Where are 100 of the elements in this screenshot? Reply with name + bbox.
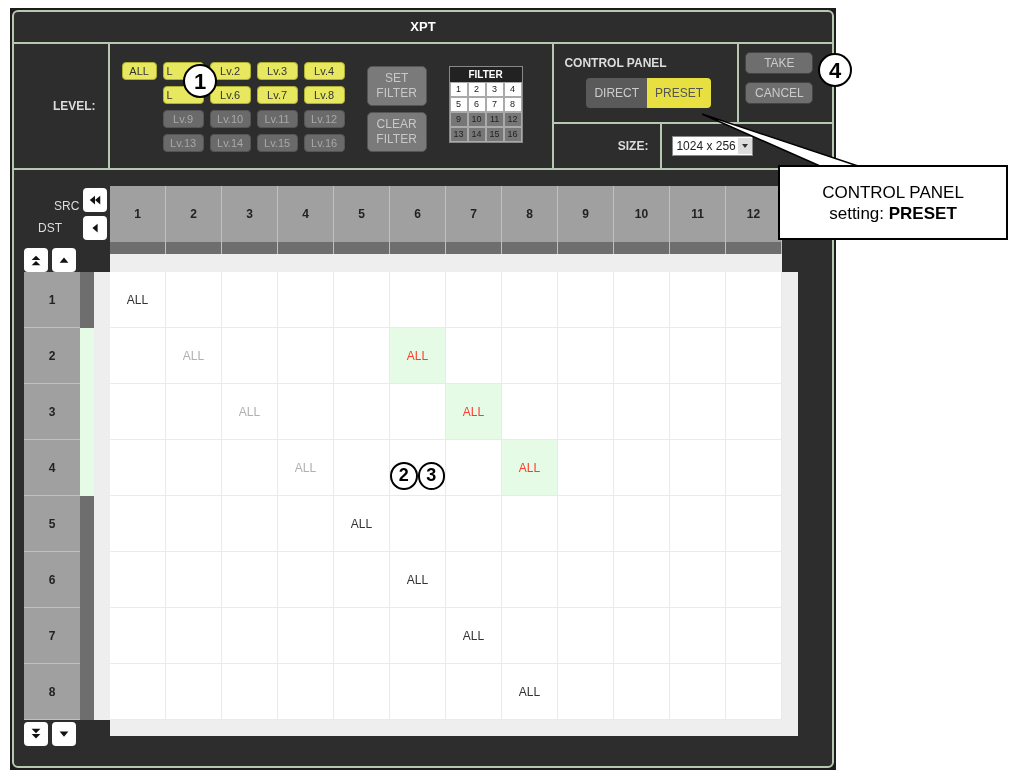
horizontal-scrollbar[interactable] <box>110 720 798 736</box>
source-column-header[interactable]: 2 <box>166 186 221 242</box>
crosspoint-cell[interactable]: ALL <box>110 272 166 328</box>
level-button[interactable]: Lv.8 <box>303 86 345 104</box>
source-column-header[interactable]: 8 <box>502 186 557 242</box>
take-button[interactable]: TAKE <box>745 52 814 74</box>
crosspoint-cell[interactable] <box>558 552 614 608</box>
crosspoint-cell[interactable] <box>558 328 614 384</box>
crosspoint-cell[interactable] <box>558 384 614 440</box>
crosspoint-cell[interactable] <box>166 608 222 664</box>
crosspoint-cell[interactable] <box>670 552 726 608</box>
crosspoint-cell[interactable] <box>670 496 726 552</box>
crosspoint-cell[interactable]: ALL <box>446 608 502 664</box>
crosspoint-cell[interactable]: ALL <box>390 552 446 608</box>
destination-row-header[interactable]: 5 <box>24 496 80 552</box>
source-column-header[interactable]: 9 <box>558 186 613 242</box>
crosspoint-cell[interactable]: ALL <box>390 328 446 384</box>
crosspoint-cell[interactable] <box>670 272 726 328</box>
crosspoint-cell[interactable] <box>670 608 726 664</box>
source-column-header[interactable]: 10 <box>614 186 669 242</box>
crosspoint-cell[interactable] <box>222 272 278 328</box>
source-column-header[interactable]: 3 <box>222 186 277 242</box>
crosspoint-cell[interactable]: ALL <box>334 496 390 552</box>
source-column-header[interactable]: 11 <box>670 186 725 242</box>
level-button[interactable]: Lv.2 <box>209 62 251 80</box>
crosspoint-cell[interactable] <box>558 608 614 664</box>
mode-toggle[interactable]: DIRECT <box>586 78 648 108</box>
crosspoint-cell[interactable] <box>390 496 446 552</box>
crosspoint-cell[interactable]: 2 3 <box>390 440 446 496</box>
crosspoint-cell[interactable] <box>110 496 166 552</box>
crosspoint-cell[interactable] <box>670 328 726 384</box>
crosspoint-cell[interactable] <box>614 608 670 664</box>
crosspoint-cell[interactable] <box>334 440 390 496</box>
crosspoint-cell[interactable] <box>278 496 334 552</box>
crosspoint-cell[interactable] <box>334 552 390 608</box>
crosspoint-cell[interactable] <box>502 552 558 608</box>
crosspoint-cell[interactable]: ALL <box>502 440 558 496</box>
level-button[interactable]: Lv.4 <box>303 62 345 80</box>
source-column-header[interactable]: 6 <box>390 186 445 242</box>
source-column-header[interactable]: 5 <box>334 186 389 242</box>
source-column-header[interactable]: 12 <box>726 186 781 242</box>
scroll-up-button[interactable] <box>52 248 76 272</box>
crosspoint-cell[interactable] <box>446 272 502 328</box>
filter-cell[interactable]: 1 <box>449 82 468 97</box>
horizontal-scrollbar[interactable] <box>110 254 782 272</box>
destination-row-header[interactable]: 8 <box>24 664 80 720</box>
filter-cell[interactable]: 9 <box>449 112 468 127</box>
crosspoint-cell[interactable] <box>334 608 390 664</box>
crosspoint-cell[interactable] <box>222 328 278 384</box>
crosspoint-cell[interactable] <box>222 496 278 552</box>
destination-row-header[interactable]: 1 <box>24 272 80 328</box>
crosspoint-cell[interactable] <box>278 552 334 608</box>
destination-row-header[interactable]: 3 <box>24 384 80 440</box>
crosspoint-cell[interactable] <box>110 608 166 664</box>
filter-cell[interactable]: 5 <box>449 97 468 112</box>
source-column-header[interactable]: 7 <box>446 186 501 242</box>
crosspoint-cell[interactable] <box>334 384 390 440</box>
crosspoint-cell[interactable] <box>278 328 334 384</box>
crosspoint-cell[interactable] <box>614 440 670 496</box>
destination-row-header[interactable]: 2 <box>24 328 80 384</box>
crosspoint-cell[interactable] <box>110 440 166 496</box>
crosspoint-cell[interactable] <box>614 384 670 440</box>
crosspoint-cell[interactable]: ALL <box>446 384 502 440</box>
crosspoint-cell[interactable] <box>502 608 558 664</box>
crosspoint-cell[interactable] <box>334 272 390 328</box>
crosspoint-cell[interactable] <box>278 608 334 664</box>
scroll-first-button[interactable] <box>83 188 107 212</box>
crosspoint-cell[interactable] <box>166 552 222 608</box>
scroll-left-button[interactable] <box>83 216 107 240</box>
scroll-down-button[interactable] <box>52 722 76 746</box>
destination-row-header[interactable]: 7 <box>24 608 80 664</box>
destination-row-header[interactable]: 4 <box>24 440 80 496</box>
crosspoint-cell[interactable] <box>670 440 726 496</box>
crosspoint-cell[interactable] <box>558 272 614 328</box>
crosspoint-cell[interactable] <box>390 608 446 664</box>
crosspoint-cell[interactable] <box>502 496 558 552</box>
source-column-header[interactable]: 4 <box>278 186 333 242</box>
destination-row-header[interactable]: 6 <box>24 552 80 608</box>
crosspoint-cell[interactable] <box>166 440 222 496</box>
crosspoint-cell[interactable] <box>614 496 670 552</box>
crosspoint-cell[interactable] <box>222 440 278 496</box>
crosspoint-cell[interactable] <box>558 440 614 496</box>
crosspoint-cell[interactable] <box>502 328 558 384</box>
crosspoint-cell[interactable] <box>166 272 222 328</box>
crosspoint-cell[interactable] <box>670 384 726 440</box>
crosspoint-cell[interactable] <box>278 384 334 440</box>
cancel-button[interactable]: CANCEL <box>745 82 814 104</box>
size-dropdown[interactable]: 1024 x 256 <box>672 136 753 156</box>
filter-cell[interactable]: 13 <box>449 127 468 142</box>
crosspoint-cell[interactable] <box>614 272 670 328</box>
level-button[interactable]: Lv.7 <box>256 86 298 104</box>
crosspoint-cell[interactable] <box>614 328 670 384</box>
vertical-scrollbar[interactable] <box>94 272 110 720</box>
crosspoint-cell[interactable] <box>110 384 166 440</box>
crosspoint-cell[interactable] <box>558 496 614 552</box>
crosspoint-cell[interactable] <box>614 552 670 608</box>
vertical-scrollbar[interactable] <box>782 272 798 720</box>
level-button[interactable]: Lv.3 <box>256 62 298 80</box>
source-column-header[interactable]: 1 <box>110 186 165 242</box>
crosspoint-cell[interactable] <box>446 496 502 552</box>
